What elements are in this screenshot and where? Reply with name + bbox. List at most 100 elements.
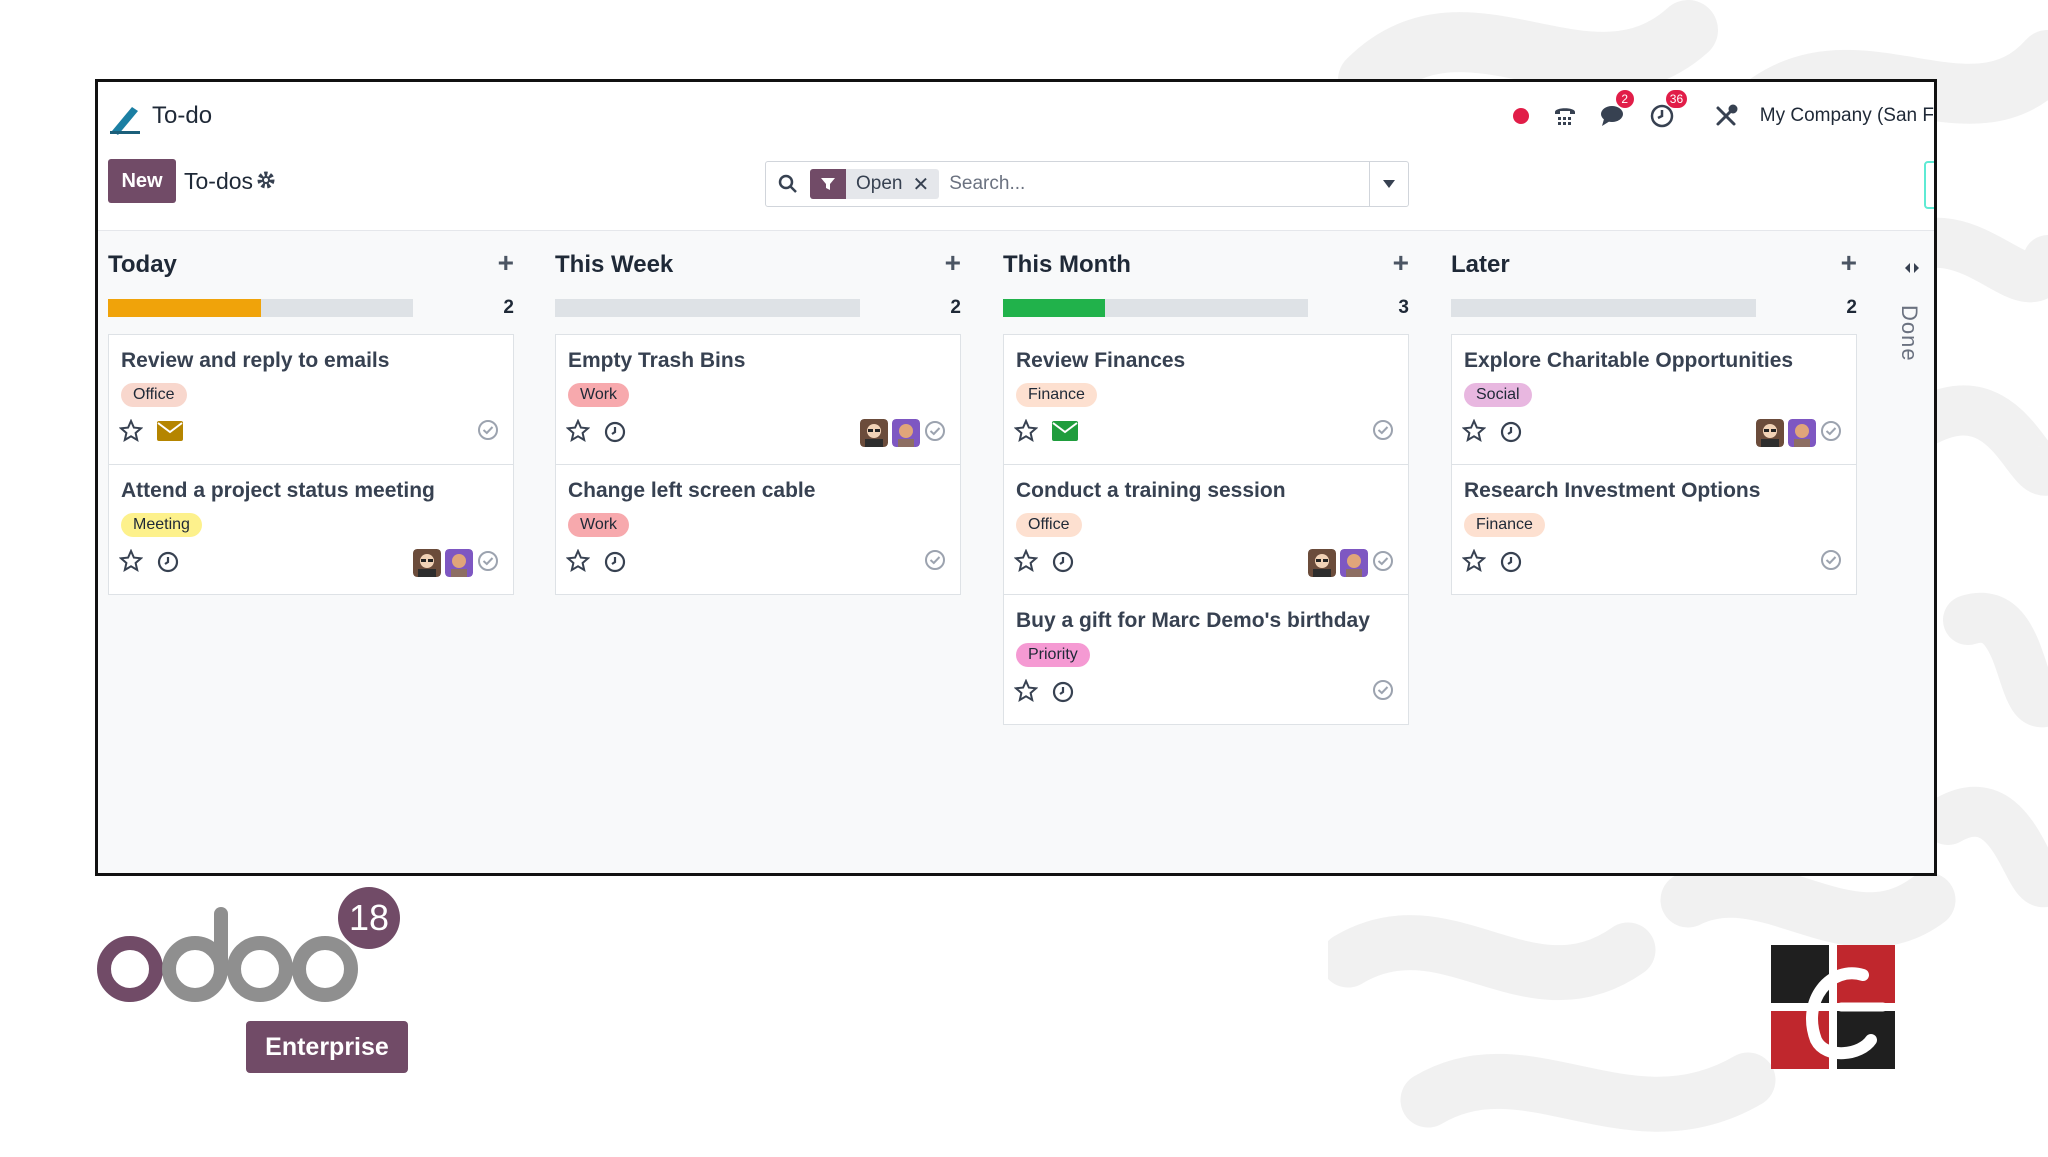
app-name[interactable]: To-do <box>152 102 212 130</box>
check-circle-icon[interactable] <box>1372 419 1394 446</box>
column-progress-bar[interactable] <box>1003 299 1308 317</box>
search-icon[interactable] <box>766 174 810 194</box>
star-icon[interactable] <box>118 418 144 448</box>
folded-column-label[interactable]: Done <box>1896 305 1922 362</box>
todo-card[interactable]: Change left screen cable Work <box>555 464 961 595</box>
todo-card[interactable]: Research Investment Options Finance <box>1451 464 1857 595</box>
recording-dot-icon[interactable] <box>1512 100 1530 132</box>
star-icon[interactable] <box>565 548 591 578</box>
check-circle-icon[interactable] <box>477 550 499 577</box>
folded-column-done[interactable]: Done <box>1892 261 1932 362</box>
expand-arrows-icon[interactable] <box>1903 261 1921 275</box>
card-title: Research Investment Options <box>1464 479 1761 502</box>
systray: 2 36 My Company (San F <box>1512 90 1934 136</box>
todo-card[interactable]: Attend a project status meeting Meeting <box>108 464 514 595</box>
tag-badge: Work <box>568 383 630 407</box>
avatar[interactable] <box>860 419 888 447</box>
check-circle-icon[interactable] <box>924 549 946 576</box>
clock-icon[interactable] <box>1052 551 1074 578</box>
tools-icon[interactable] <box>1714 100 1738 132</box>
new-button[interactable]: New <box>108 159 176 203</box>
partner-logo <box>1771 945 1895 1069</box>
star-icon[interactable] <box>118 548 144 578</box>
card-list: Explore Charitable Opportunities Social Re… <box>1451 334 1857 595</box>
card-title: Change left screen cable <box>568 479 816 502</box>
chevron-down-icon[interactable] <box>1369 162 1408 206</box>
check-circle-icon[interactable] <box>924 420 946 447</box>
company-switcher[interactable]: My Company (San F <box>1760 105 1934 127</box>
gear-icon[interactable] <box>257 168 275 195</box>
add-card-button[interactable]: + <box>498 247 514 279</box>
avatar[interactable] <box>892 419 920 447</box>
check-circle-icon[interactable] <box>1820 549 1842 576</box>
card-title: Attend a project status meeting <box>121 479 435 502</box>
card-title: Conduct a training session <box>1016 479 1286 502</box>
chat-icon[interactable]: 2 <box>1600 90 1634 132</box>
card-title: Review and reply to emails <box>121 349 390 372</box>
todo-pen-icon[interactable] <box>108 101 142 135</box>
star-icon[interactable] <box>1461 418 1487 448</box>
view-switcher-edge[interactable] <box>1924 161 1934 209</box>
check-circle-icon[interactable] <box>1820 420 1842 447</box>
kanban-column: Today +2 Review and reply to emails Office A… <box>108 231 514 595</box>
column-title[interactable]: This Month <box>1003 251 1131 279</box>
clock-icon[interactable] <box>1500 551 1522 578</box>
close-icon[interactable]: ✕ <box>912 172 939 197</box>
phone-icon[interactable] <box>1552 100 1578 132</box>
column-progress-bar[interactable] <box>108 299 413 317</box>
clock-icon[interactable] <box>157 551 179 578</box>
star-icon[interactable] <box>1013 678 1039 708</box>
column-progress-bar[interactable] <box>555 299 860 317</box>
column-title[interactable]: This Week <box>555 251 673 279</box>
avatar[interactable] <box>413 549 441 577</box>
add-card-button[interactable]: + <box>1393 247 1409 279</box>
avatar[interactable] <box>1756 419 1784 447</box>
card-footer-right <box>1308 549 1394 577</box>
card-footer-right <box>860 419 946 447</box>
card-title: Empty Trash Bins <box>568 349 746 372</box>
star-icon[interactable] <box>1013 548 1039 578</box>
check-circle-icon[interactable] <box>1372 550 1394 577</box>
kanban-column: This Month +3 Review Finances Finance Conduc… <box>1003 231 1409 725</box>
star-icon[interactable] <box>1461 548 1487 578</box>
todo-card[interactable]: Buy a gift for Marc Demo's birthday Prior… <box>1003 594 1409 725</box>
star-icon[interactable] <box>565 418 591 448</box>
check-circle-icon[interactable] <box>1372 679 1394 706</box>
clock-icon[interactable] <box>604 421 626 448</box>
tag-badge: Finance <box>1016 383 1097 407</box>
avatar[interactable] <box>1308 549 1336 577</box>
column-title[interactable]: Today <box>108 251 177 279</box>
kanban-board: Today +2 Review and reply to emails Office A… <box>98 230 1934 873</box>
search-bar: Open ✕ <box>765 161 1409 207</box>
avatar[interactable] <box>1340 549 1368 577</box>
clock-icon[interactable] <box>604 551 626 578</box>
avatar[interactable] <box>1788 419 1816 447</box>
tag-badge: Office <box>1016 513 1082 537</box>
column-count: 3 <box>1398 297 1409 318</box>
clock-icon[interactable] <box>1500 421 1522 448</box>
tag-badge: Social <box>1464 383 1532 407</box>
todo-card[interactable]: Explore Charitable Opportunities Social <box>1451 334 1857 465</box>
todo-card[interactable]: Review Finances Finance <box>1003 334 1409 465</box>
clock-icon[interactable]: 36 <box>1650 90 1692 132</box>
clock-icon[interactable] <box>1052 681 1074 708</box>
card-footer-right <box>1820 549 1842 576</box>
todo-card[interactable]: Empty Trash Bins Work <box>555 334 961 465</box>
search-input[interactable] <box>939 172 1369 196</box>
card-list: Empty Trash Bins Work Change left screen c… <box>555 334 961 595</box>
check-circle-icon[interactable] <box>477 419 499 446</box>
breadcrumb: To-dos <box>184 168 275 195</box>
filter-icon <box>810 169 846 199</box>
envelope-icon[interactable] <box>157 421 183 446</box>
star-icon[interactable] <box>1013 418 1039 448</box>
envelope-icon[interactable] <box>1052 421 1078 446</box>
add-card-button[interactable]: + <box>1841 247 1857 279</box>
todo-card[interactable]: Conduct a training session Office <box>1003 464 1409 595</box>
add-card-button[interactable]: + <box>945 247 961 279</box>
column-progress-bar[interactable] <box>1451 299 1756 317</box>
avatar[interactable] <box>445 549 473 577</box>
facet-value: Open <box>856 173 903 194</box>
column-title[interactable]: Later <box>1451 251 1510 279</box>
todo-card[interactable]: Review and reply to emails Office <box>108 334 514 465</box>
tag-badge: Priority <box>1016 643 1090 667</box>
